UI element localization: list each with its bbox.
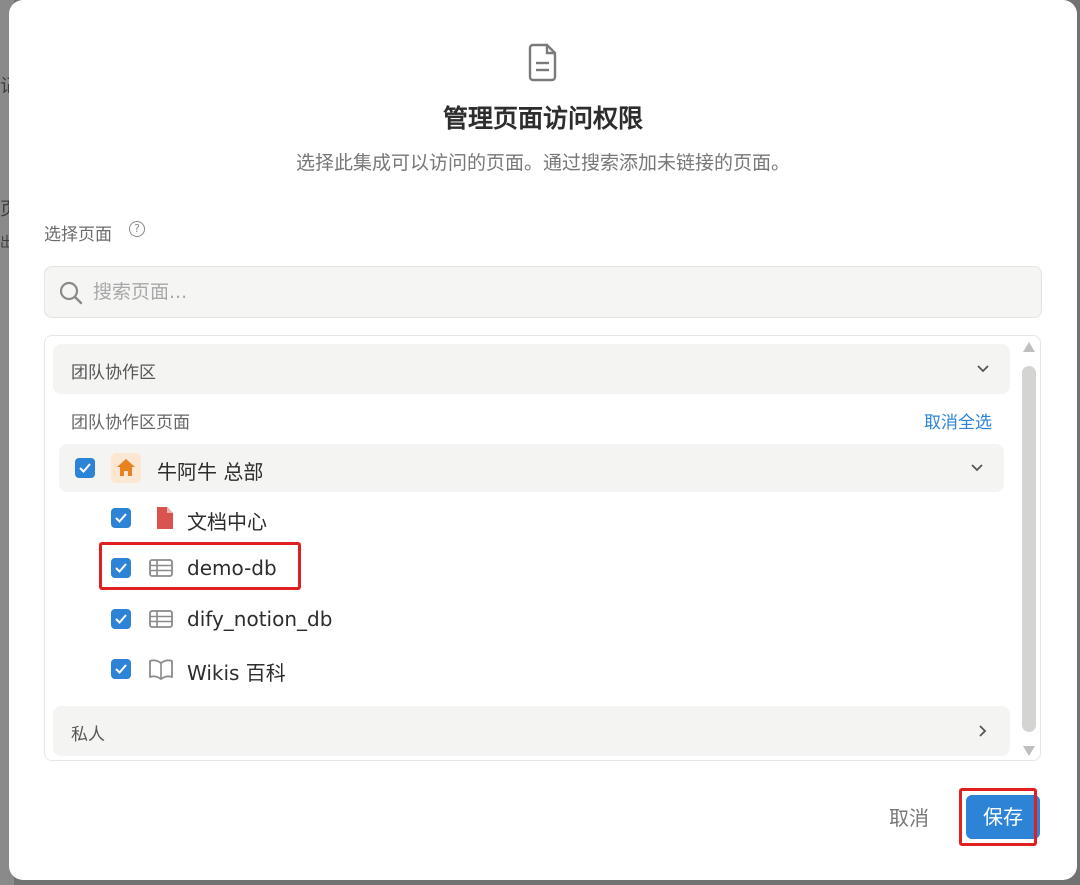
chevron-down-icon[interactable] [968,459,986,477]
checkbox-checked[interactable] [111,609,131,629]
checkbox-checked[interactable] [111,659,131,679]
cancel-button[interactable]: 取消 [871,798,947,838]
group-private-header[interactable]: 私人 [53,706,1010,756]
annotation-highlight-box [959,788,1037,846]
search-icon [59,281,83,305]
watermark-text: 大数跨境 [52,856,124,877]
page-label: 文档中心 [187,510,267,534]
scroll-up-arrow-icon[interactable] [1023,342,1035,352]
page-icon [157,507,173,529]
group-teamspace-header[interactable]: 团队协作区 [53,344,1010,394]
scrollbar-thumb[interactable] [1022,366,1036,732]
watermark-logo-icon [10,854,46,871]
checkbox-checked[interactable] [111,508,131,528]
dialog-subtitle: 选择此集成可以访问的页面。通过搜索添加未链接的页面。 [295,152,790,174]
page-row[interactable]: 文档中心 [95,494,995,542]
search-input[interactable] [93,277,993,307]
annotation-highlight-box [99,542,301,590]
select-pages-label: 选择页面 [44,225,112,245]
scroll-down-arrow-icon[interactable] [1023,746,1035,756]
checkbox-checked[interactable] [75,458,95,478]
teamspace-pages-label: 团队协作区页面 [71,413,190,433]
page-row[interactable]: dify_notion_db [95,595,995,643]
chevron-right-icon [979,725,987,737]
scrollbar[interactable] [1022,342,1036,756]
search-box[interactable] [44,266,1042,318]
page-row-root[interactable]: 牛阿牛 总部 [59,444,1004,492]
group-teamspace-label: 团队协作区 [71,363,156,383]
page-label: 牛阿牛 总部 [157,460,264,484]
help-icon[interactable]: ? [129,221,145,237]
table-icon [149,610,173,628]
page-label: Wikis 百科 [187,661,286,685]
home-icon [111,453,141,483]
deselect-all-link[interactable]: 取消全选 [924,408,992,433]
document-icon [528,43,557,82]
chevron-down-icon [977,365,989,373]
manage-page-access-dialog: 管理页面访问权限 选择此集成可以访问的页面。通过搜索添加未链接的页面。 选择页面… [9,0,1077,880]
dialog-title: 管理页面访问权限 [442,104,643,133]
book-icon [149,659,173,680]
group-private-label: 私人 [71,725,105,745]
page-row[interactable]: Wikis 百科 [95,645,995,693]
page-label: dify_notion_db [187,607,333,631]
